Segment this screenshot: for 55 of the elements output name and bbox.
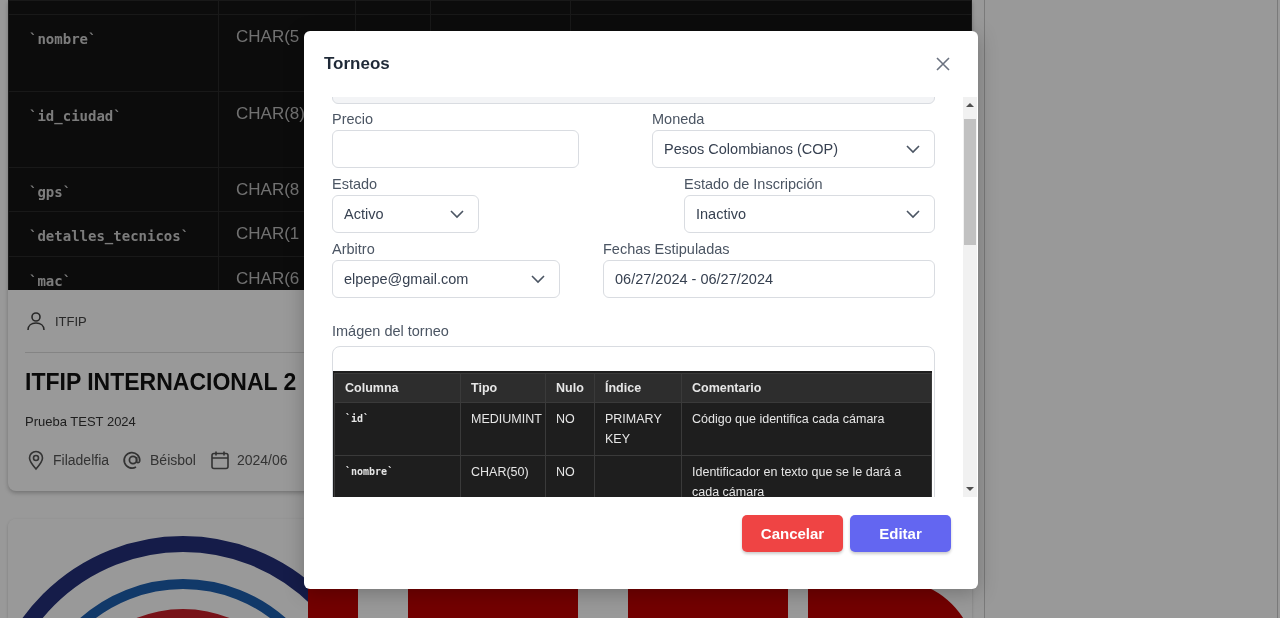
- date-text: 2024/06: [236, 452, 288, 468]
- input-field[interactable]: 06/27/2024 - 06/27/2024: [603, 260, 935, 298]
- column-type: CHAR(5: [236, 27, 300, 46]
- scroll-down-arrow-icon: [965, 485, 975, 493]
- author-name: ITFIP: [55, 313, 87, 329]
- column-header: Comentario: [681, 373, 932, 403]
- field-label: Moneda: [652, 110, 706, 128]
- image-upload-field[interactable]: Columna Tipo Nulo Índice Comentario `id` MEDIUMINT NO PRIMARY KEY Código que identifica cada cámara `nombre` CHAR(50) NO Identificador en texto que se le dará a cada cámara: [332, 346, 935, 497]
- column-name: `gps`: [29, 184, 72, 200]
- select-field[interactable]: elpepe@gmail.com: [332, 260, 560, 298]
- field-label: Precio: [332, 110, 375, 128]
- table-cell: MEDIUMINT: [471, 412, 542, 426]
- column-header: Tipo: [460, 373, 546, 403]
- table-cell: NO: [556, 412, 575, 426]
- field-label: Imágen del torneo: [332, 322, 450, 340]
- column-header: Índice: [594, 373, 682, 403]
- close-button[interactable]: [935, 56, 951, 72]
- scroll-up-arrow-icon: [965, 101, 975, 109]
- close-icon: [935, 56, 951, 72]
- select-field[interactable]: Activo: [332, 195, 479, 233]
- column-type: CHAR(1: [236, 224, 300, 243]
- column-name: `nombre`: [29, 31, 97, 47]
- sport-text: Béisbol: [150, 452, 196, 468]
- column-name: `mac`: [29, 273, 72, 289]
- select-field[interactable]: Inactivo: [684, 195, 935, 233]
- column-type: CHAR(8: [236, 180, 300, 199]
- table-cell: `nombre`: [345, 466, 394, 477]
- select-field[interactable]: Pesos Colombianos (COP): [652, 130, 935, 168]
- column-type: CHAR(6: [236, 269, 300, 288]
- cancel-button[interactable]: Cancelar: [742, 515, 843, 552]
- scrollbar[interactable]: [963, 97, 977, 497]
- column-type: CHAR(8): [236, 104, 305, 123]
- location-text: Filadelfia: [53, 452, 110, 468]
- field-label: Estado de Inscripción: [684, 175, 824, 193]
- user-icon: [25, 310, 47, 332]
- edit-button[interactable]: Editar: [850, 515, 951, 552]
- table-cell: PRIMARY KEY: [605, 412, 662, 446]
- calendar-icon: [208, 449, 231, 471]
- table-cell: CHAR(50): [471, 465, 529, 479]
- table-cell: Identificador en texto que se le dará a cada cámara: [692, 465, 902, 497]
- column-header: Columna: [334, 373, 461, 403]
- column-name: `detalles_tecnicos`: [29, 228, 190, 244]
- modal-title: Torneos: [324, 54, 390, 74]
- field-label: Fechas Estipuladas: [603, 240, 731, 258]
- table-cell: Código que identifica cada cámara: [692, 412, 885, 426]
- tournament-description: Prueba TEST 2024: [25, 414, 136, 429]
- table-cell: `id`: [345, 413, 370, 424]
- column-name: `id_ciudad`: [29, 108, 122, 124]
- scrollbar-thumb[interactable]: [964, 119, 976, 245]
- field-label: Estado: [332, 175, 379, 193]
- tournament-title: ITFIP INTERNACIONAL 2: [25, 369, 297, 396]
- table-cell: NO: [556, 465, 575, 479]
- field-label: Arbitro: [332, 240, 376, 258]
- input-field[interactable]: [332, 130, 579, 168]
- column-header: Nulo: [545, 373, 595, 403]
